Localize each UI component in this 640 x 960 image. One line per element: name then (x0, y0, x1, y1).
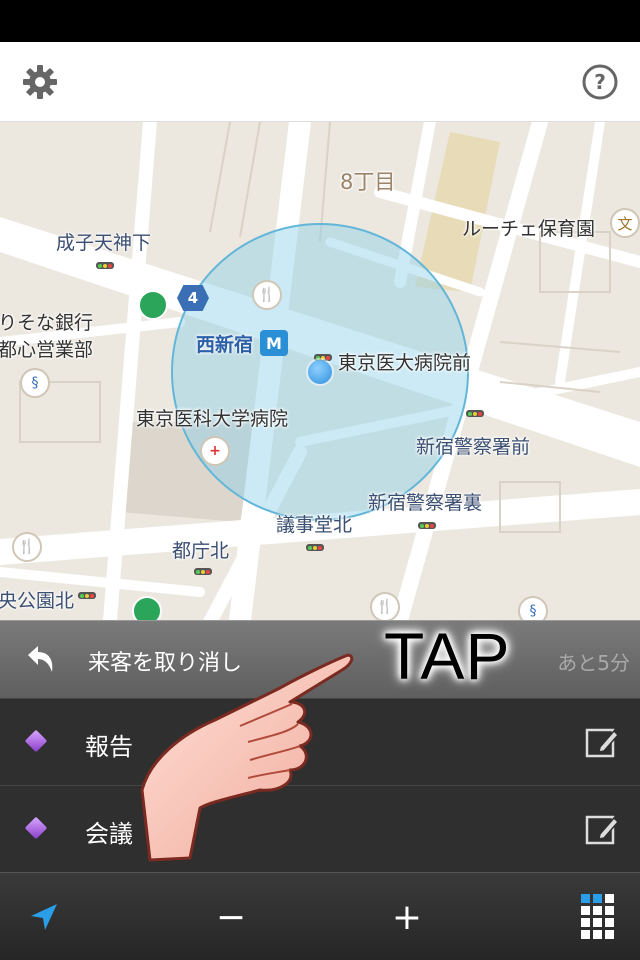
current-location-button[interactable] (20, 893, 68, 941)
svg-text:?: ? (594, 70, 606, 94)
map-label-resona-bank: りそな銀行 (0, 312, 94, 334)
status-bar (0, 0, 640, 42)
map-label-shinjuku-police-back: 新宿警察署裏 (368, 492, 483, 514)
restaurant-icon[interactable]: 🍴 (12, 532, 42, 562)
purple-diamond-icon (24, 816, 48, 840)
school-poi-icon[interactable]: 文 (610, 208, 640, 238)
bank-poi-icon[interactable]: § (518, 596, 548, 620)
list-item-label: 会議 (85, 820, 133, 848)
undo-arrow-icon (28, 646, 53, 672)
traffic-signal-icon (306, 544, 324, 551)
purple-diamond-icon (24, 729, 48, 753)
map-label-toshin-branch: 都心営業部 (0, 339, 94, 361)
grid-menu-icon (581, 894, 614, 939)
restaurant-icon[interactable]: 🍴 (370, 592, 400, 620)
help-button[interactable]: ? (580, 62, 620, 102)
map-label-tokyo-med-front: 東京医大病院前 (338, 352, 472, 374)
convenience-store-icon[interactable] (138, 290, 168, 320)
zoom-in-button[interactable]: + (383, 893, 431, 941)
map-label-nishishinjuku-station: 西新宿 (196, 334, 254, 356)
traffic-signal-icon (96, 262, 114, 269)
tap-hint-text: TAP (384, 619, 511, 693)
current-location-dot (308, 360, 332, 384)
bank-poi-icon[interactable]: § (20, 368, 50, 398)
map-view[interactable]: 8丁目 ルーチェ保育園 文 成子天神下 4 🍴 りそな銀行 都心営業部 § 西新… (0, 122, 640, 620)
map-label-chuokoenkita: 央公園北 (0, 590, 75, 612)
traffic-signal-icon (466, 410, 484, 417)
map-label-tokyo-med-hospital: 東京医科大学病院 (136, 408, 289, 430)
map-label-tochokita: 都庁北 (172, 540, 230, 562)
edit-icon[interactable] (584, 725, 620, 761)
school-symbol: 文 (617, 214, 633, 233)
restaurant-icon[interactable]: 🍴 (252, 280, 282, 310)
undo-time-remaining: あと5分 (557, 651, 630, 675)
map-label-8chome: 8丁目 (340, 170, 396, 194)
location-arrow-icon (31, 904, 57, 930)
list-item-label: 報告 (85, 733, 133, 761)
map-label-gijidokita: 議事堂北 (276, 514, 353, 536)
question-circle-icon: ? (582, 64, 618, 100)
map-label-shinjuku-police-front: 新宿警察署前 (416, 436, 531, 458)
settings-button[interactable] (20, 62, 60, 102)
app-header: ? (0, 42, 640, 122)
map-label-lucce-nursery: ルーチェ保育園 (462, 218, 596, 240)
traffic-signal-icon (418, 522, 436, 529)
hospital-poi-icon[interactable]: + (200, 436, 230, 466)
traffic-signal-icon (78, 592, 96, 599)
edit-icon[interactable] (584, 812, 620, 848)
map-label-narikotenjinshita: 成子天神下 (56, 232, 152, 254)
metro-station-icon[interactable]: M (260, 330, 288, 356)
pointing-hand-icon (140, 653, 354, 862)
traffic-signal-icon (194, 568, 212, 575)
route-shield: 4 (177, 285, 209, 311)
bottom-toolbar: − + (0, 872, 640, 960)
gear-icon (23, 65, 57, 99)
zoom-out-button[interactable]: − (207, 893, 255, 941)
convenience-store-icon[interactable] (132, 596, 162, 620)
grid-menu-button[interactable] (574, 893, 622, 941)
